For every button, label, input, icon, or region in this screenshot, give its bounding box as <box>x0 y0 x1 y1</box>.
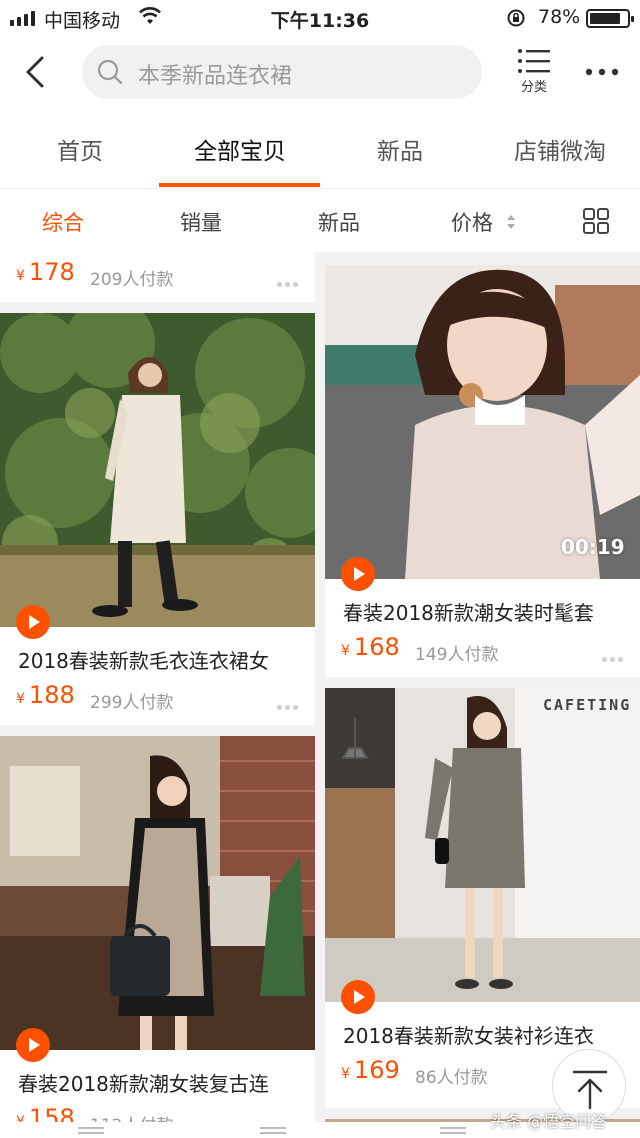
play-video-icon[interactable] <box>16 605 50 639</box>
sort-arrows-icon <box>506 215 515 229</box>
more-dots-icon[interactable] <box>277 272 303 287</box>
tab-all-items[interactable]: 全部宝贝 <box>160 132 320 166</box>
watermark-text: 头条 @悟空问答 <box>490 1112 608 1131</box>
tab-new-items[interactable]: 新品 <box>320 132 480 166</box>
sort-sales[interactable]: 销量 <box>180 207 222 237</box>
product-image <box>325 265 640 579</box>
search-input[interactable]: 本季新品连衣裙 <box>82 45 482 99</box>
battery-percentage: 78% <box>538 6 581 28</box>
more-dots-icon[interactable] <box>277 695 303 710</box>
battery-icon <box>586 9 634 28</box>
product-card[interactable]: 春装2018新款潮女装复古连 ¥158 112人付款 <box>0 736 315 1122</box>
sort-bar: 综合 销量 新品 价格 <box>0 188 640 252</box>
product-price: ¥168 <box>341 633 400 661</box>
product-feed: ¥178 209人付款 2018春装新款毛衣连衣裙女 ¥ 188 299人付款 … <box>0 252 640 1122</box>
category-label: 分类 <box>520 80 547 95</box>
list-icon <box>518 49 550 73</box>
search-placeholder: 本季新品连衣裙 <box>138 64 293 89</box>
product-image <box>0 736 315 1050</box>
sort-price-label: 价格 <box>451 211 493 235</box>
play-video-icon[interactable] <box>341 980 375 1014</box>
product-title: 春装2018新款潮女装时髦套 <box>343 601 594 625</box>
shop-product-list-page: 中国移动 下午11:36 78% 本季新品连衣裙 分类 首页 全部宝贝 新品 店… <box>0 0 640 1138</box>
search-icon <box>97 59 123 85</box>
product-price: ¥158 <box>16 1104 75 1122</box>
more-dots-icon[interactable] <box>602 647 628 662</box>
product-card[interactable]: CAFETING 2018春装新款女装衬衫连衣 ¥169 86人付款 <box>325 688 640 1108</box>
product-price: ¥178 <box>16 258 75 286</box>
more-options-icon[interactable] <box>584 62 620 82</box>
brand-watermark-text: CAFETING <box>543 696 632 714</box>
product-card[interactable]: 2018春装新款毛衣连衣裙女 ¥188 299人付款 <box>0 313 315 725</box>
product-card[interactable]: 00:19 春装2018新款潮女装时髦套 ¥168 149人付款 <box>325 265 640 677</box>
product-sold-count: 209人付款 <box>90 270 174 290</box>
product-title: 2018春装新款女装衬衫连衣 <box>343 1024 594 1048</box>
status-bar: 中国移动 下午11:36 78% <box>0 0 640 36</box>
sort-new[interactable]: 新品 <box>318 207 360 237</box>
product-card[interactable]: ¥178 209人付款 <box>0 252 315 302</box>
grid-view-icon[interactable] <box>582 207 610 235</box>
product-price: ¥188 <box>16 681 75 709</box>
tab-shop-feed[interactable]: 店铺微淘 <box>480 132 640 166</box>
product-image <box>0 313 315 627</box>
shop-tabs: 首页 全部宝贝 新品 店铺微淘 <box>0 112 640 188</box>
video-duration: 00:19 <box>561 535 625 559</box>
sort-price[interactable]: 价格 <box>451 207 516 237</box>
back-arrow-icon[interactable] <box>18 52 54 92</box>
product-title: 2018春装新款毛衣连衣裙女 <box>18 649 269 673</box>
product-price: ¥169 <box>341 1056 400 1084</box>
product-sold-count: 112人付款 <box>90 1111 173 1122</box>
tab-home[interactable]: 首页 <box>0 132 160 166</box>
category-button[interactable]: 分类 <box>514 48 554 104</box>
active-tab-indicator <box>159 183 320 187</box>
product-title: 春装2018新款潮女装复古连 <box>18 1072 269 1096</box>
search-header: 本季新品连衣裙 分类 <box>0 36 640 112</box>
play-video-icon[interactable] <box>341 557 375 591</box>
product-sold-count: 149人付款 <box>415 645 499 665</box>
play-video-icon[interactable] <box>16 1028 50 1062</box>
sort-comprehensive[interactable]: 综合 <box>42 207 84 237</box>
product-image <box>325 688 640 1002</box>
rotation-lock-icon <box>507 9 525 27</box>
product-sold-count: 86人付款 <box>415 1068 488 1088</box>
product-sold-count: 299人付款 <box>90 693 174 713</box>
